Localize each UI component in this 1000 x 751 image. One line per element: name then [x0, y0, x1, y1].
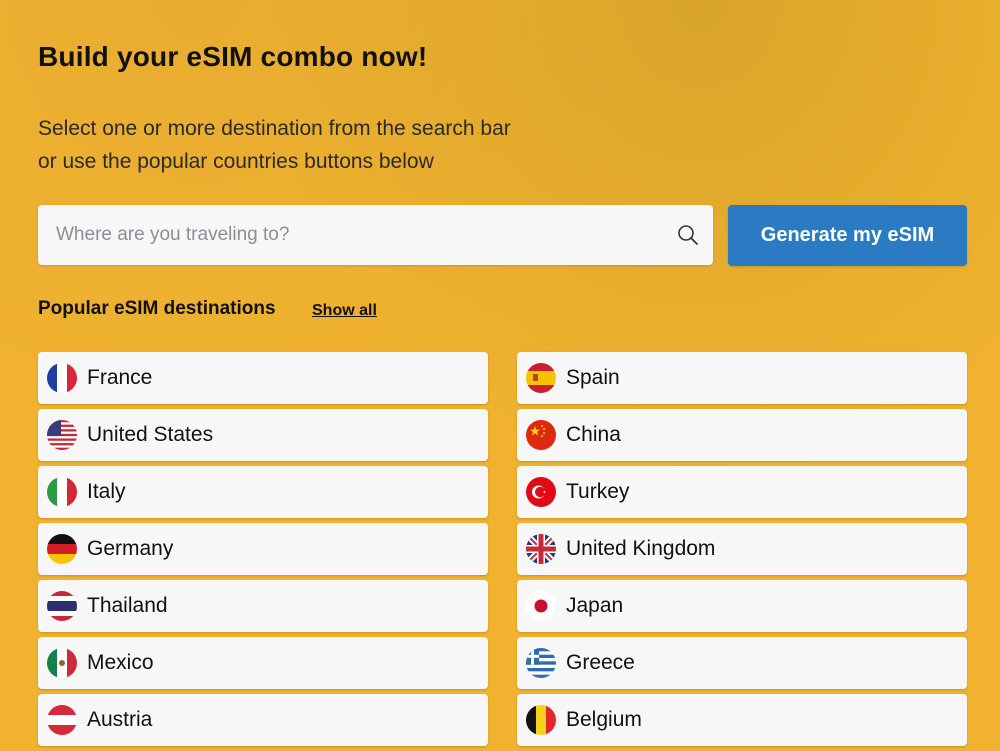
- flag-united-states-icon: [47, 420, 77, 450]
- flag-japan-icon: [526, 591, 556, 621]
- destination-turkey-button[interactable]: Turkey: [517, 466, 967, 518]
- page-subtitle: Select one or more destination from the …: [38, 112, 638, 178]
- destination-label: Austria: [87, 708, 153, 731]
- destination-label: United States: [87, 423, 214, 446]
- flag-austria-icon: [47, 705, 77, 735]
- destination-greece-button[interactable]: Greece: [517, 637, 967, 689]
- flag-china-icon: [526, 420, 556, 450]
- flag-germany-icon: [47, 534, 77, 564]
- flag-united-kingdom-icon: [526, 534, 556, 564]
- destination-france-button[interactable]: France: [38, 352, 488, 404]
- generate-esim-button[interactable]: Generate my eSIM: [728, 205, 967, 266]
- destination-label: Mexico: [87, 651, 154, 674]
- flag-mexico-icon: [47, 648, 77, 678]
- destination-label: Japan: [566, 594, 624, 617]
- flag-italy-icon: [47, 477, 77, 507]
- destination-label: United Kingdom: [566, 537, 716, 560]
- destination-label: China: [566, 423, 621, 446]
- subtitle-line-2: or use the popular countries buttons bel…: [38, 150, 434, 173]
- search-input[interactable]: [38, 205, 713, 265]
- show-all-link[interactable]: Show all: [312, 302, 377, 320]
- destination-italy-button[interactable]: Italy: [38, 466, 488, 518]
- destination-label: France: [87, 366, 153, 389]
- destination-mexico-button[interactable]: Mexico: [38, 637, 488, 689]
- destination-germany-button[interactable]: Germany: [38, 523, 488, 575]
- search-bar: [38, 205, 713, 265]
- destination-china-button[interactable]: China: [517, 409, 967, 461]
- subtitle-line-1: Select one or more destination from the …: [38, 117, 511, 140]
- flag-france-icon: [47, 363, 77, 393]
- destination-label: Turkey: [566, 480, 630, 503]
- destination-spain-button[interactable]: Spain: [517, 352, 967, 404]
- destination-belgium-button[interactable]: Belgium: [517, 694, 967, 746]
- flag-thailand-icon: [47, 591, 77, 621]
- destination-label: Germany: [87, 537, 174, 560]
- popular-destinations-heading: Popular eSIM destinations: [38, 298, 276, 319]
- flag-belgium-icon: [526, 705, 556, 735]
- flag-greece-icon: [526, 648, 556, 678]
- destination-united-kingdom-button[interactable]: United Kingdom: [517, 523, 967, 575]
- destination-austria-button[interactable]: Austria: [38, 694, 488, 746]
- flag-spain-icon: [526, 363, 556, 393]
- flag-turkey-icon: [526, 477, 556, 507]
- search-icon[interactable]: [677, 224, 699, 246]
- destination-united-states-button[interactable]: United States: [38, 409, 488, 461]
- page-title: Build your eSIM combo now!: [38, 41, 428, 72]
- destination-label: Thailand: [87, 594, 168, 617]
- destination-label: Belgium: [566, 708, 642, 731]
- destination-thailand-button[interactable]: Thailand: [38, 580, 488, 632]
- destination-label: Italy: [87, 480, 126, 503]
- destinations-grid: France Spain United States China Italy Turkey…: [38, 352, 967, 746]
- destination-label: Spain: [566, 366, 620, 389]
- destination-japan-button[interactable]: Japan: [517, 580, 967, 632]
- destination-label: Greece: [566, 651, 635, 674]
